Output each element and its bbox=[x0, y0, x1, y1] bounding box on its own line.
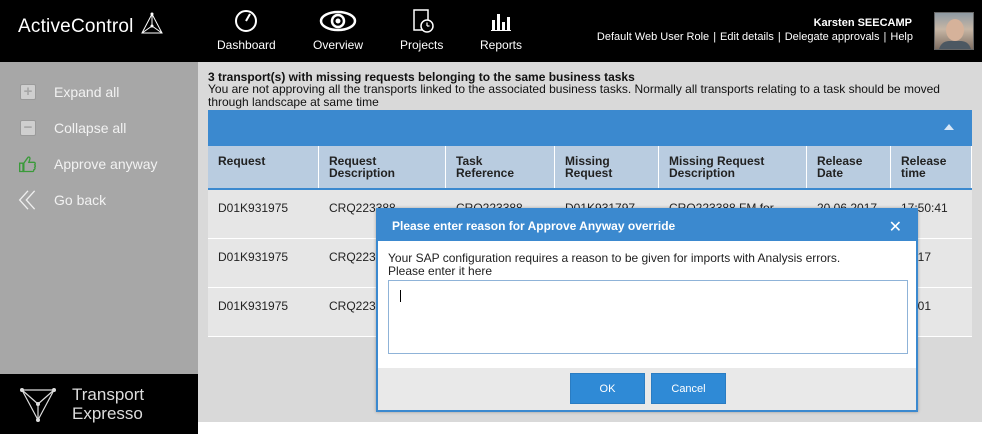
plus-square-icon: + bbox=[18, 82, 38, 102]
link-separator: | bbox=[883, 31, 887, 43]
nav-dashboard[interactable]: Dashboard bbox=[217, 8, 276, 52]
app-logo: ActiveControl bbox=[18, 16, 134, 37]
page-description: You are not approving all the transports… bbox=[208, 82, 940, 109]
brand-line2: Expresso bbox=[72, 404, 143, 423]
sidebar-item-label: Collapse all bbox=[54, 120, 127, 136]
column-header[interactable]: Request Description bbox=[319, 146, 446, 188]
bar-chart-icon bbox=[491, 14, 512, 31]
user-name: Karsten SEECAMP bbox=[813, 17, 912, 29]
column-header[interactable]: Task Reference bbox=[446, 146, 555, 188]
column-header[interactable]: Request bbox=[208, 146, 319, 188]
column-header[interactable]: Release Date bbox=[807, 146, 891, 188]
table-header: Request Request Description Task Reference… bbox=[208, 146, 972, 190]
sidebar-item-label: Approve anyway bbox=[54, 156, 158, 172]
eye-icon bbox=[319, 10, 357, 32]
text-cursor bbox=[400, 290, 401, 302]
sidebar: + Expand all − Collapse all Approve anyw… bbox=[0, 62, 198, 374]
dialog-footer: OK Cancel bbox=[378, 368, 916, 410]
collapse-caret-icon[interactable] bbox=[944, 124, 954, 130]
link-user-role[interactable]: Default Web User Role bbox=[597, 31, 709, 43]
document-clock-icon bbox=[412, 9, 434, 33]
transport-expresso-logo-icon bbox=[20, 388, 56, 422]
sidebar-item-label: Go back bbox=[54, 192, 107, 208]
cell: D01K931975 bbox=[218, 299, 289, 313]
brand-footer: Transport Expresso bbox=[0, 374, 198, 434]
double-chevron-left-icon bbox=[18, 190, 38, 210]
top-bar: ActiveControl Dashboard Overview Project… bbox=[0, 0, 982, 62]
nav-projects-label: Projects bbox=[400, 38, 444, 52]
link-edit-details[interactable]: Edit details bbox=[720, 31, 774, 43]
nav-dashboard-label: Dashboard bbox=[217, 38, 276, 52]
minus-square-icon: − bbox=[18, 118, 38, 138]
link-help[interactable]: Help bbox=[890, 31, 913, 43]
approve-anyway-dialog: Please enter reason for Approve Anyway o… bbox=[376, 208, 918, 412]
thumbs-up-icon bbox=[18, 154, 38, 174]
sidebar-item-go-back[interactable]: Go back bbox=[18, 190, 106, 210]
link-separator: | bbox=[713, 31, 717, 43]
ok-button[interactable]: OK bbox=[570, 373, 645, 404]
cell: D01K931975 bbox=[218, 250, 289, 264]
dialog-prompt: Please enter it here bbox=[388, 264, 493, 278]
reason-input[interactable] bbox=[388, 280, 908, 354]
link-delegate-approvals[interactable]: Delegate approvals bbox=[785, 31, 880, 43]
dialog-title: Please enter reason for Approve Anyway o… bbox=[392, 219, 676, 233]
gauge-icon bbox=[235, 10, 258, 32]
nav-projects[interactable]: Projects bbox=[400, 8, 443, 52]
nav-overview[interactable]: Overview bbox=[313, 8, 363, 52]
column-header[interactable]: Missing Request bbox=[555, 146, 659, 188]
brand-name: Transport Expresso bbox=[72, 385, 144, 423]
close-icon[interactable]: ✕ bbox=[889, 217, 902, 237]
dialog-header: Please enter reason for Approve Anyway o… bbox=[378, 210, 916, 241]
cancel-button[interactable]: Cancel bbox=[651, 373, 726, 404]
sidebar-item-label: Expand all bbox=[54, 84, 120, 100]
cell: D01K931975 bbox=[218, 201, 289, 215]
column-header[interactable]: Release time bbox=[891, 146, 972, 188]
sidebar-item-collapse-all[interactable]: − Collapse all bbox=[18, 118, 126, 138]
logo-triangle-icon bbox=[141, 12, 163, 34]
sidebar-item-approve-anyway[interactable]: Approve anyway bbox=[18, 154, 158, 174]
brand-line1: Transport bbox=[72, 385, 145, 404]
user-links: Default Web User Role | Edit details | D… bbox=[597, 31, 913, 43]
avatar[interactable] bbox=[934, 12, 974, 50]
page-footer bbox=[198, 422, 982, 434]
sidebar-item-expand-all[interactable]: + Expand all bbox=[18, 82, 119, 102]
link-separator: | bbox=[777, 31, 781, 43]
table-header-bar bbox=[208, 110, 972, 146]
nav-reports[interactable]: Reports bbox=[480, 8, 522, 52]
column-header[interactable]: Missing Request Description bbox=[659, 146, 807, 188]
nav-overview-label: Overview bbox=[313, 38, 364, 52]
dialog-body: Your SAP configuration requires a reason… bbox=[378, 241, 916, 278]
nav-reports-label: Reports bbox=[480, 38, 523, 52]
